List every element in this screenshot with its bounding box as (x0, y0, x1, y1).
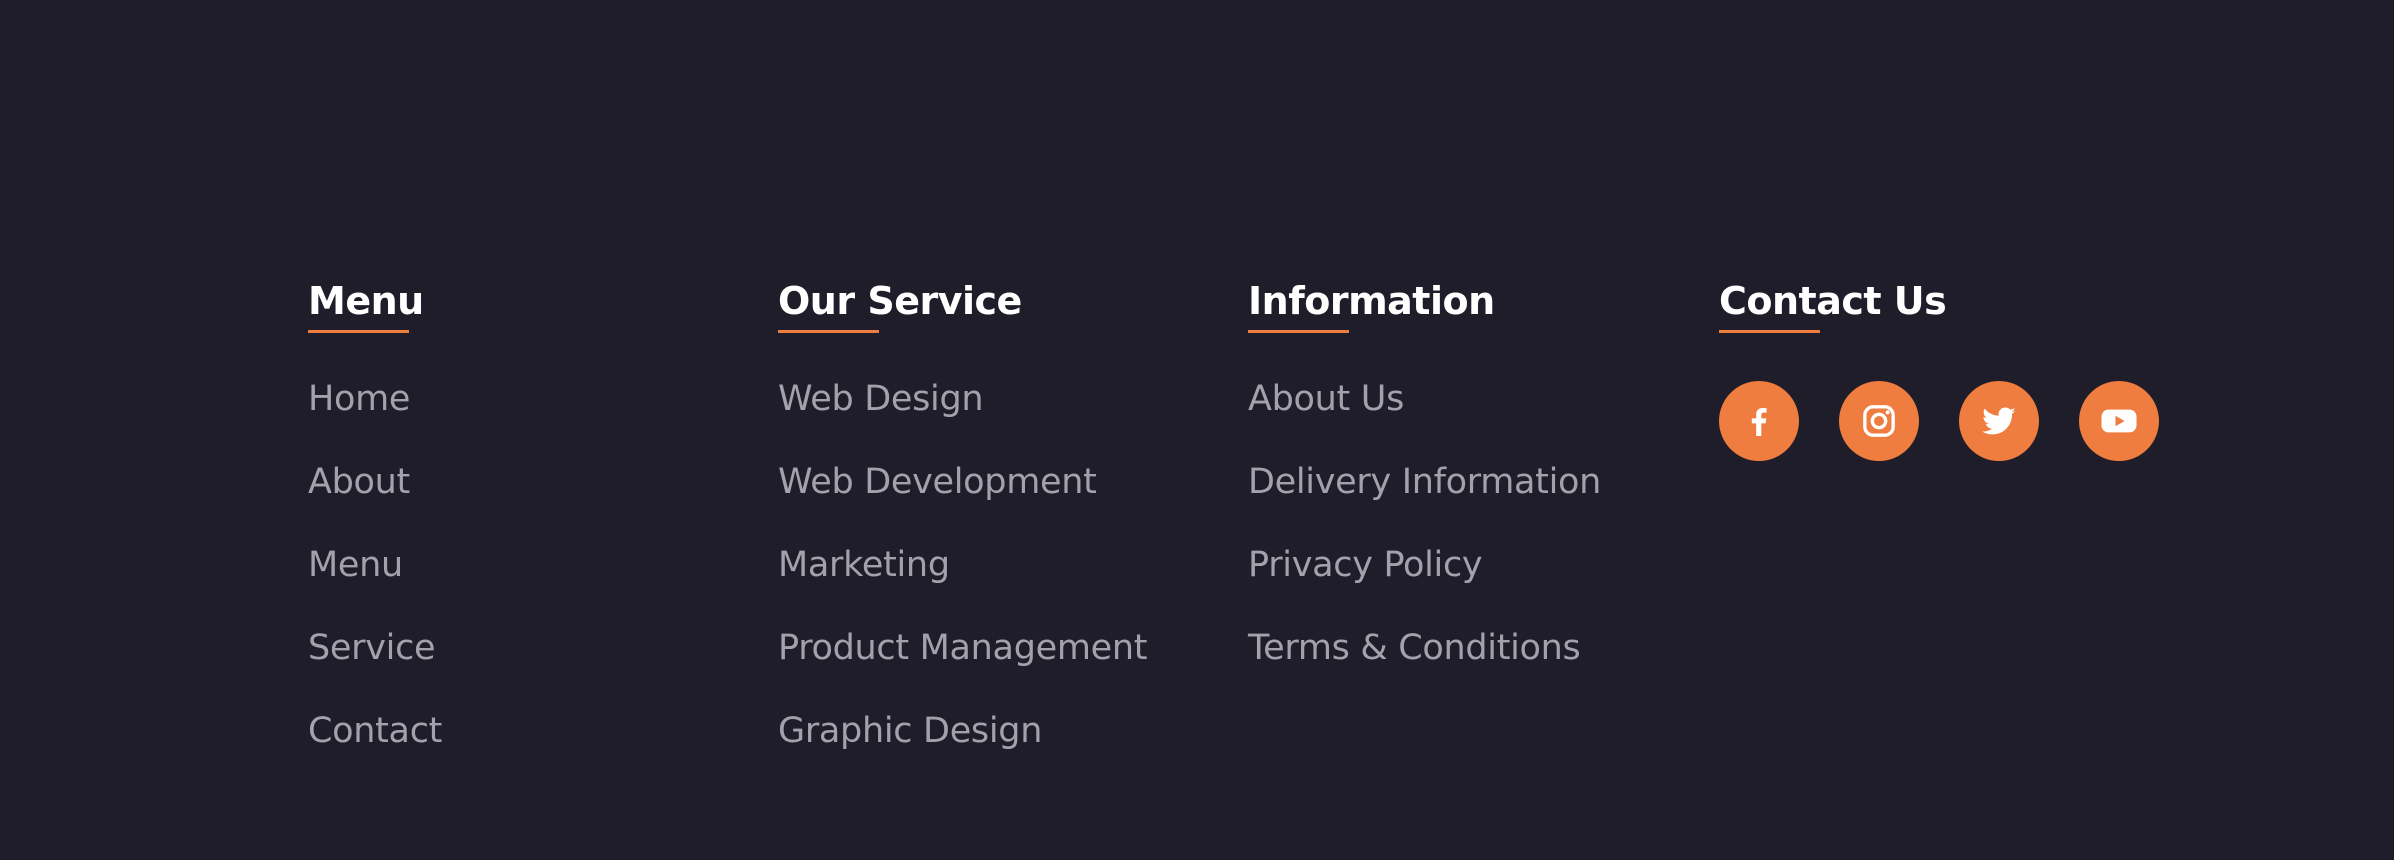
footer-link-service[interactable]: Service (308, 626, 436, 670)
footer-link-home[interactable]: Home (308, 377, 410, 421)
footer-heading-information: Information (1248, 279, 1495, 323)
list-item: Product Management (778, 626, 1147, 709)
heading-underline (308, 330, 409, 333)
footer-column-service: Our Service Web Design Web Development M… (778, 272, 1147, 751)
youtube-icon (2101, 409, 2137, 433)
instagram-button[interactable] (1839, 381, 1919, 461)
footer-service-list: Web Design Web Development Marketing Pro… (778, 377, 1147, 792)
footer-link-web-development[interactable]: Web Development (778, 460, 1097, 504)
footer-link-product-management[interactable]: Product Management (778, 626, 1147, 670)
footer-heading-service: Our Service (778, 279, 1022, 323)
list-item: Delivery Information (1248, 460, 1601, 543)
footer-menu-list: Home About Menu Service Contact (308, 377, 442, 792)
list-item: Home (308, 377, 442, 460)
list-item: Graphic Design (778, 709, 1147, 792)
footer-column-contact: Contact Us (1719, 272, 2159, 461)
instagram-icon (1863, 405, 1895, 437)
footer-column-menu: Menu Home About Menu Service Contact (308, 272, 442, 751)
footer-link-contact[interactable]: Contact (308, 709, 442, 753)
site-footer: Menu Home About Menu Service Contact Our… (0, 0, 2394, 860)
heading-underline (1719, 330, 1820, 333)
list-item: Terms & Conditions (1248, 626, 1601, 709)
twitter-button[interactable] (1959, 381, 2039, 461)
twitter-icon (1982, 407, 2016, 435)
footer-link-delivery-information[interactable]: Delivery Information (1248, 460, 1601, 504)
footer-link-privacy-policy[interactable]: Privacy Policy (1248, 543, 1483, 587)
footer-link-terms-conditions[interactable]: Terms & Conditions (1248, 626, 1581, 670)
footer-link-about-us[interactable]: About Us (1248, 377, 1404, 421)
footer-link-graphic-design[interactable]: Graphic Design (778, 709, 1042, 753)
heading-underline (1248, 330, 1349, 333)
list-item: Contact (308, 709, 442, 792)
heading-underline (778, 330, 879, 333)
list-item: Menu (308, 543, 442, 626)
list-item: Marketing (778, 543, 1147, 626)
footer-link-web-design[interactable]: Web Design (778, 377, 984, 421)
footer-heading-contact: Contact Us (1719, 279, 1947, 323)
list-item: Web Design (778, 377, 1147, 460)
footer-link-about[interactable]: About (308, 460, 410, 504)
facebook-button[interactable] (1719, 381, 1799, 461)
list-item: About Us (1248, 377, 1601, 460)
footer-column-information: Information About Us Delivery Informatio… (1248, 272, 1601, 668)
list-item: Web Development (778, 460, 1147, 543)
list-item: About (308, 460, 442, 543)
footer-heading-menu: Menu (308, 279, 424, 323)
footer-information-list: About Us Delivery Information Privacy Po… (1248, 377, 1601, 709)
list-item: Service (308, 626, 442, 709)
footer-link-marketing[interactable]: Marketing (778, 543, 950, 587)
facebook-icon (1751, 408, 1767, 436)
youtube-button[interactable] (2079, 381, 2159, 461)
social-links (1719, 381, 2159, 461)
footer-link-menu[interactable]: Menu (308, 543, 403, 587)
list-item: Privacy Policy (1248, 543, 1601, 626)
